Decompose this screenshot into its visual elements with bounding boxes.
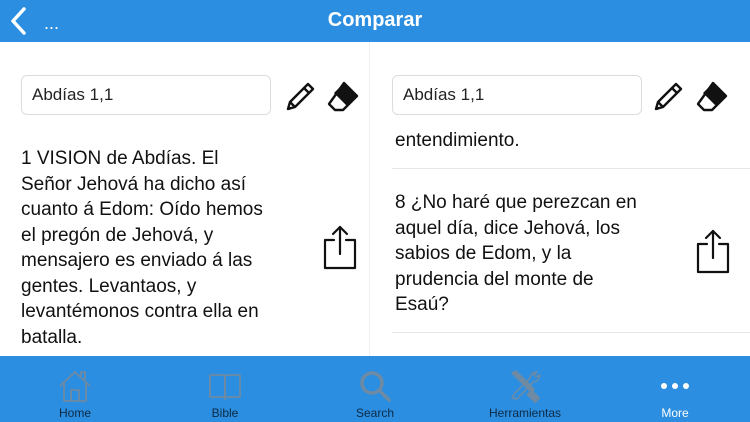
verse-separator	[392, 168, 750, 169]
verse-separator	[392, 332, 750, 333]
tab-label: Search	[355, 406, 395, 420]
tab-bar: Home Bible Search Herramientas More	[0, 356, 750, 422]
tab-label: Home	[58, 406, 91, 420]
right-verse-text: 8 ¿No haré que perezcan en aquel día, di…	[395, 192, 637, 315]
home-icon	[59, 371, 91, 402]
eraser-icon[interactable]	[694, 79, 730, 115]
right-reference-field[interactable]: Abdías 1,1	[392, 75, 642, 115]
tab-search[interactable]: Search	[300, 356, 450, 422]
eraser-icon[interactable]	[325, 79, 361, 115]
share-icon[interactable]	[695, 228, 731, 274]
book-icon	[209, 374, 241, 400]
right-compare-panel: entendimiento. Abdías 1,1 8 ¿No haré que…	[370, 42, 750, 356]
right-partial-verse: entendimiento.	[395, 130, 520, 151]
tools-icon	[511, 370, 541, 404]
more-icon	[661, 383, 689, 389]
left-verse-text: 1 VISION de Abdías. El Señor Jehová ha d…	[21, 148, 263, 348]
tab-label: Herramientas	[488, 406, 562, 420]
tab-label: More	[661, 406, 689, 420]
search-icon	[360, 371, 391, 402]
tab-more[interactable]: More	[600, 356, 750, 422]
left-compare-panel: Abdías 1,1 1 VISION de Abdías. El Señor …	[0, 42, 370, 356]
right-header-backdrop	[370, 120, 750, 126]
page-title: Comparar	[327, 9, 423, 31]
tab-label: Bible	[211, 406, 239, 420]
pencil-icon[interactable]	[282, 79, 318, 115]
tab-home[interactable]: Home	[0, 356, 150, 422]
share-icon[interactable]	[322, 224, 358, 270]
tab-bible[interactable]: Bible	[150, 356, 300, 422]
tab-tools[interactable]: Herramientas	[450, 356, 600, 422]
nav-bar: ... Comparar	[0, 0, 750, 42]
pencil-icon[interactable]	[650, 79, 686, 115]
left-reference-field[interactable]: Abdías 1,1	[21, 75, 271, 115]
